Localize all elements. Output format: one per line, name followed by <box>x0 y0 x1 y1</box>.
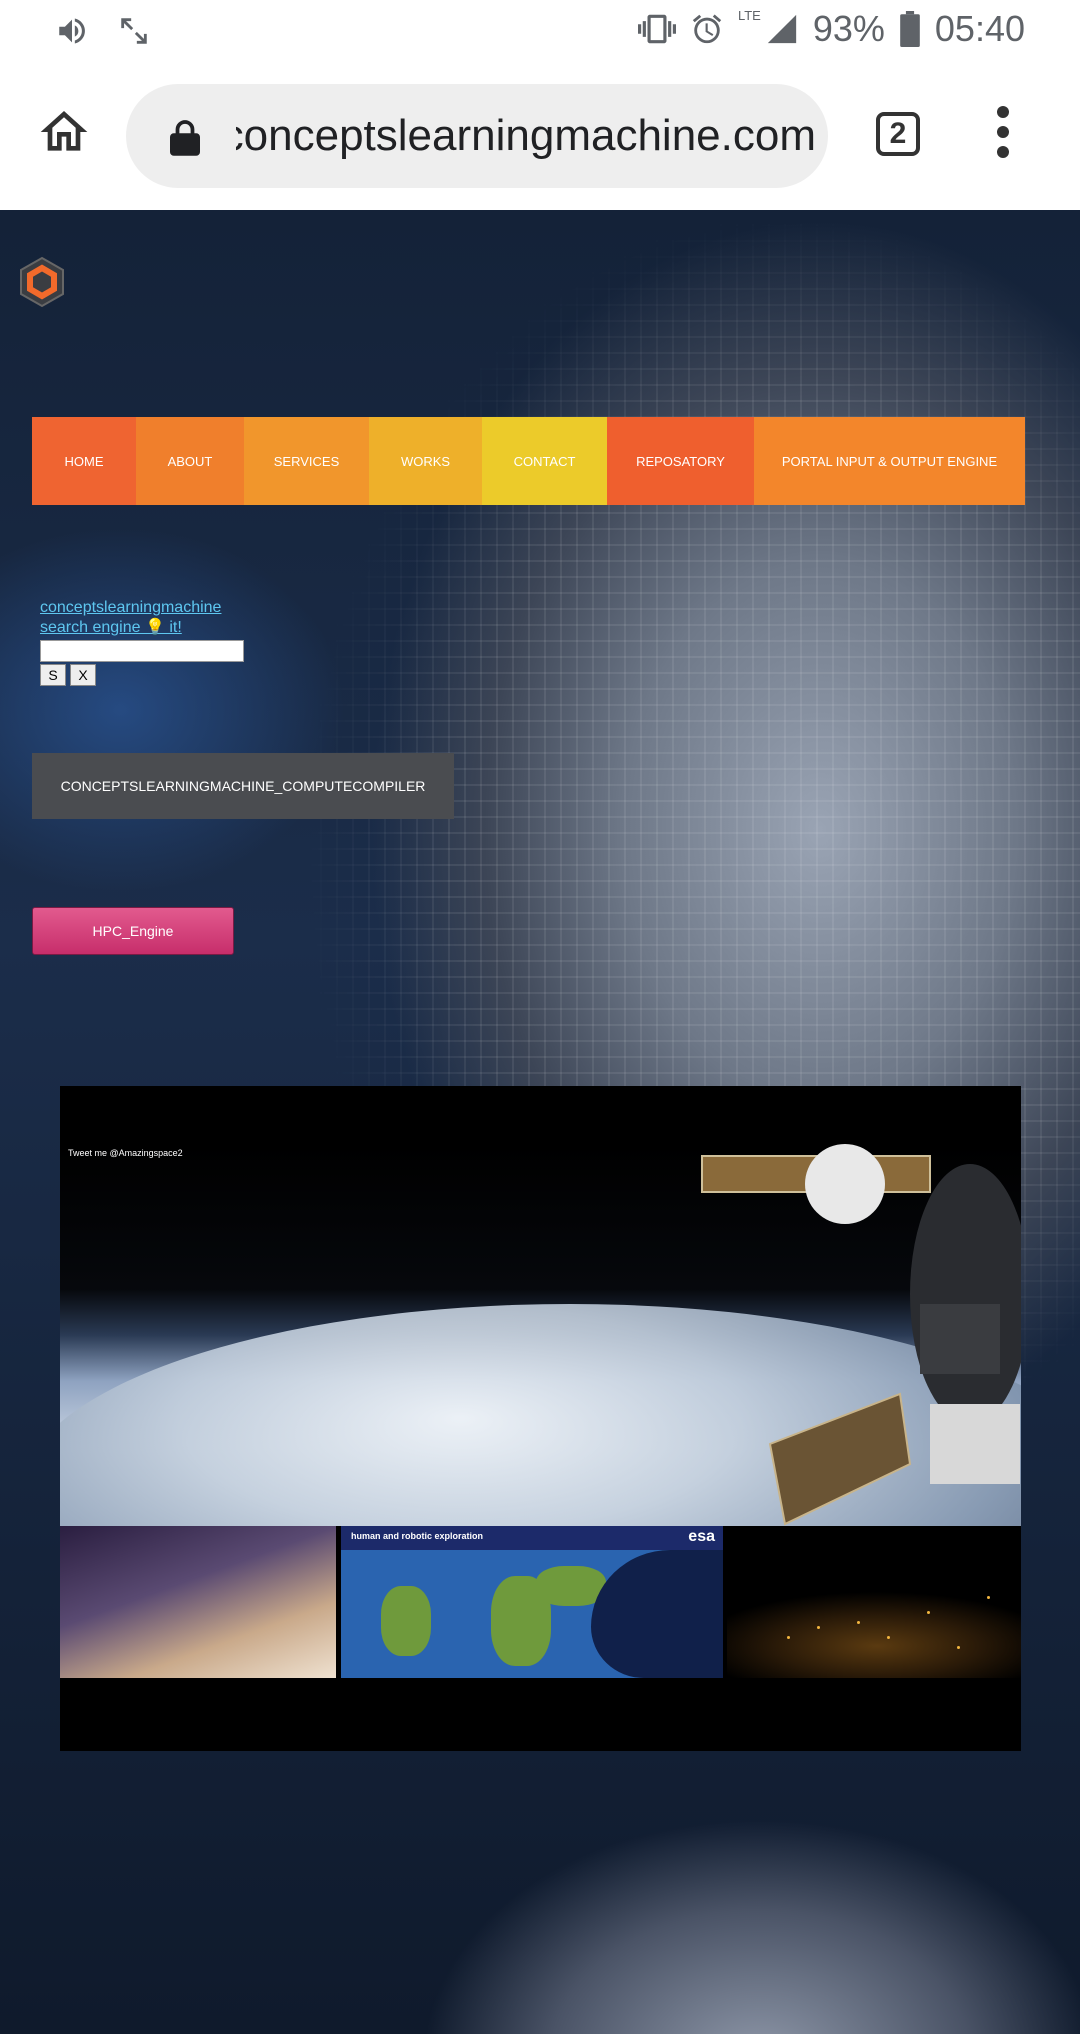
nav-reposatory[interactable]: REPOSATORY <box>607 417 754 505</box>
volume-icon <box>59 18 85 44</box>
main-nav: HOME ABOUT SERVICES WORKS CONTACT REPOSA… <box>32 417 1025 505</box>
spacecraft-image <box>701 1144 1021 1526</box>
nav-services[interactable]: SERVICES <box>244 417 369 505</box>
video-thumbnails: human and robotic exploration esa <box>60 1526 1021 1678</box>
nav-works[interactable]: WORKS <box>369 417 482 505</box>
tabs-icon[interactable]: 2 <box>876 112 920 156</box>
battery-percent: 93% <box>812 8 885 49</box>
web-page: HOME ABOUT SERVICES WORKS CONTACT REPOSA… <box>0 210 1080 2034</box>
home-icon[interactable] <box>36 104 92 160</box>
alarm-icon <box>692 14 722 44</box>
url-text[interactable]: conceptslearningmachine.com <box>236 110 816 162</box>
nav-contact[interactable]: CONTACT <box>482 417 607 505</box>
esa-title: human and robotic exploration <box>351 1531 484 1541</box>
video-frame[interactable]: Tweet me @Amazingspace2 <box>60 1144 1021 1526</box>
nav-about[interactable]: ABOUT <box>136 417 244 505</box>
signal-icon <box>767 14 797 44</box>
thumbnail-night-earth[interactable] <box>727 1526 1021 1678</box>
hpc-engine-button[interactable]: HPC_Engine <box>32 907 234 955</box>
tweet-text: Tweet me @Amazingspace2 <box>68 1148 183 1158</box>
thumbnail-star-trails[interactable] <box>60 1526 336 1678</box>
address-bar[interactable]: conceptslearningmachine.com <box>126 84 828 188</box>
search-link-line1[interactable]: conceptslearningmachine <box>40 598 300 618</box>
search-clear-button[interactable]: X <box>70 664 96 686</box>
lock-icon[interactable] <box>170 118 200 156</box>
thumbnail-esa-map[interactable]: human and robotic exploration esa <box>341 1526 723 1678</box>
network-type: LTE <box>737 7 761 23</box>
search-widget: conceptslearningmachine search engine 💡 … <box>40 598 300 686</box>
search-input[interactable] <box>40 640 244 662</box>
compute-compiler-button[interactable]: CONCEPTSLEARNINGMACHINE_COMPUTECOMPILER <box>32 753 454 819</box>
nav-portal[interactable]: PORTAL INPUT & OUTPUT ENGINE <box>754 417 1025 505</box>
clock: 05:40 <box>934 8 1025 49</box>
more-vert-icon[interactable] <box>996 106 1010 162</box>
search-link-line2[interactable]: search engine 💡 it! <box>40 618 300 638</box>
battery-icon <box>900 11 920 47</box>
hexagon-logo-icon[interactable] <box>14 254 70 310</box>
video-embed[interactable]: Tweet me @Amazingspace2 human and roboti… <box>60 1086 1021 1751</box>
screen-rotate-icon <box>121 18 147 44</box>
esa-logo: esa <box>688 1528 715 1545</box>
search-submit-button[interactable]: S <box>40 664 66 686</box>
status-bar: LTE 93% 05:40 <box>0 0 1080 64</box>
browser-toolbar: conceptslearningmachine.com 2 <box>0 64 1080 210</box>
vibrate-icon <box>637 14 676 44</box>
nav-home[interactable]: HOME <box>32 417 136 505</box>
